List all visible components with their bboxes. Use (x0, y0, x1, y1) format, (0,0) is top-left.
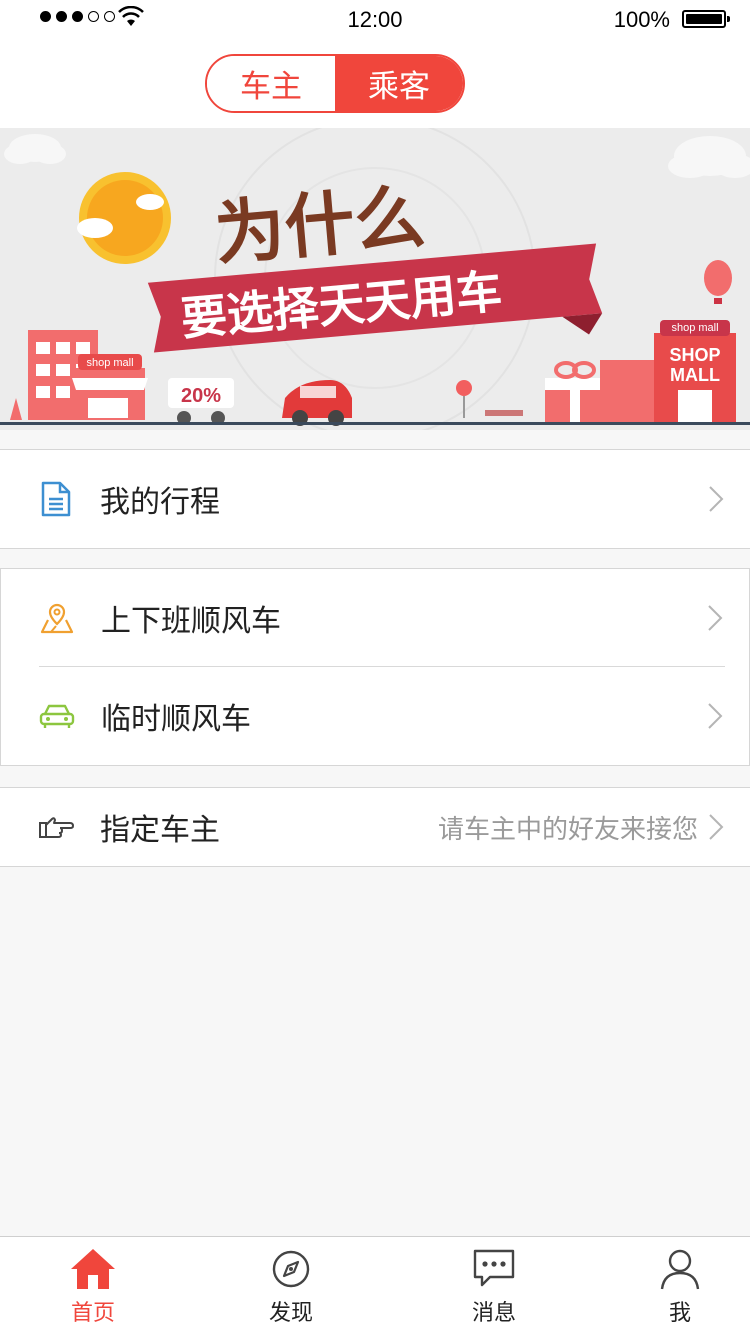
home-icon (71, 1249, 115, 1289)
my-trips-label: 我的行程 (100, 485, 220, 520)
map-location-icon (39, 600, 75, 636)
tab-home[interactable]: 首页 (33, 1237, 153, 1334)
document-icon (38, 481, 74, 517)
menu-row-designated-owner[interactable]: 指定车主 请车主中的好友来接您 (0, 788, 750, 866)
pointing-hand-icon (38, 809, 74, 845)
banner-illustration: 为什么 要选择天天用车 shop mall 20% shop mall SHOP… (0, 128, 750, 430)
designated-owner-label: 指定车主 (100, 813, 220, 848)
building-icon (600, 360, 660, 422)
menu-row-temporary[interactable]: 临时顺风车 (1, 667, 749, 765)
tab-home-label: 首页 (70, 1301, 115, 1326)
designated-section: 指定车主 请车主中的好友来接您 (0, 787, 750, 867)
chevron-right-icon (708, 605, 723, 631)
tab-me-label: 我 (668, 1301, 691, 1326)
role-switch: 车主 乘客 (205, 54, 465, 113)
tab-discover[interactable]: 发现 (231, 1237, 351, 1334)
designated-owner-hint: 请车主中的好友来接您 (437, 814, 698, 845)
user-icon (660, 1249, 700, 1290)
compass-icon (272, 1250, 310, 1288)
bench-icon (485, 410, 523, 416)
battery-percentage: 100% (613, 7, 670, 32)
shop-icon: shop mall (72, 354, 148, 420)
shop-small-label: shop mall (86, 357, 133, 369)
chevron-right-icon (709, 486, 724, 512)
commute-label: 上下班顺风车 (101, 604, 281, 639)
shop-mall-tag: shop mall (671, 322, 718, 334)
shop-mall-title-2: MALL (670, 365, 720, 385)
tab-me[interactable]: 我 (620, 1237, 740, 1334)
tab-passenger[interactable]: 乘客 (335, 56, 463, 111)
rideshare-section: 上下班顺风车 临时顺风车 (0, 568, 750, 766)
chevron-right-icon (709, 814, 724, 840)
menu-row-commute[interactable]: 上下班顺风车 (1, 569, 749, 667)
chevron-right-icon (708, 703, 723, 729)
tab-owner[interactable]: 车主 (207, 56, 335, 111)
promo-banner[interactable]: 为什么 要选择天天用车 shop mall 20% shop mall SHOP… (0, 128, 750, 430)
chat-bubble-icon (473, 1249, 515, 1287)
temporary-ride-label: 临时顺风车 (101, 702, 251, 737)
tab-messages-label: 消息 (471, 1301, 516, 1326)
header: 车主 乘客 (0, 40, 750, 128)
ground-line (0, 422, 750, 425)
tab-bar: 首页 发现 消息 我 (0, 1236, 750, 1334)
tab-discover-label: 发现 (268, 1301, 313, 1326)
status-bar: 12:00 100% (0, 0, 750, 40)
shop-mall-icon: shop mall SHOP MALL (654, 320, 736, 423)
tab-messages[interactable]: 消息 (434, 1237, 554, 1334)
trips-section: 我的行程 (0, 449, 750, 549)
menu-row-my-trips[interactable]: 我的行程 (0, 450, 750, 548)
shop-mall-title-1: SHOP (669, 345, 720, 365)
battery-icon (682, 10, 730, 28)
car-icon (39, 698, 75, 734)
discount-label: 20% (181, 385, 221, 407)
